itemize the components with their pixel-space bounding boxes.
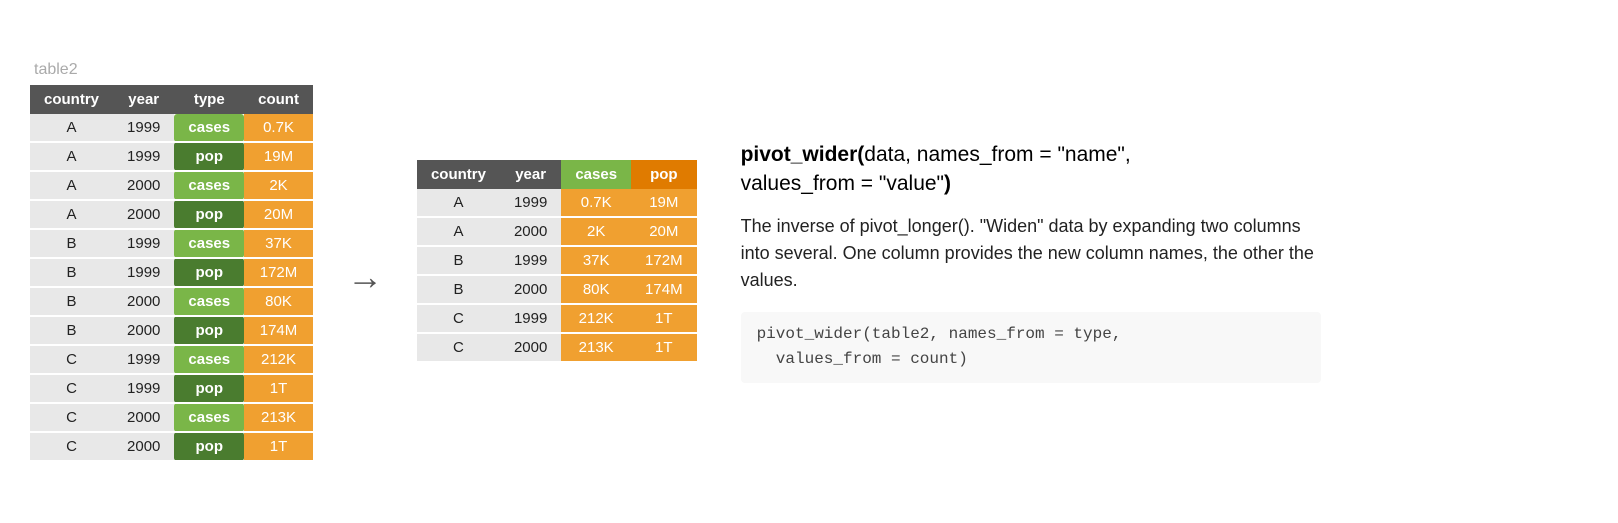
table-row: cases [174,171,244,200]
table-row: A [30,200,113,229]
table-row: 19M [244,142,313,171]
table-row: cases [174,345,244,374]
table-row: 1T [244,432,313,461]
table-row: 174M [244,316,313,345]
table-row: B [417,246,500,275]
table-row: 2000 [113,200,174,229]
table-row: 212K [244,345,313,374]
table-row: 1999 [113,345,174,374]
table-row: 172M [631,246,697,275]
table-row: 1999 [500,246,561,275]
description-section: pivot_wider(data, names_from = "name",va… [741,140,1321,383]
table-row: 2000 [500,275,561,304]
table-row: 20M [244,200,313,229]
table-row: B [30,258,113,287]
table-row: B [417,275,500,304]
main-container: table2 country year type count A 1999 ca… [30,61,1321,462]
table-row: A [417,189,500,217]
table-row: 212K [561,304,631,333]
table-row: cases [174,229,244,258]
function-signature: pivot_wider(data, names_from = "name",va… [741,140,1321,199]
left-table: country year type count A 1999 cases 0.7… [30,85,313,462]
table-row: 213K [561,333,631,362]
table-row: 2000 [113,171,174,200]
table-row: 2000 [113,432,174,461]
table-row: 0.7K [561,189,631,217]
right-table-section: country year cases pop A 1999 0.7K 19M A… [417,160,697,363]
table-row: 1999 [113,374,174,403]
table-row: pop [174,374,244,403]
table-row: 2000 [113,316,174,345]
table-row: C [30,403,113,432]
table-row: 1T [244,374,313,403]
table-row: A [417,217,500,246]
table-row: 1999 [500,189,561,217]
table-row: pop [174,200,244,229]
table-row: 1T [631,304,697,333]
col-header-type: type [174,85,244,114]
right-table: country year cases pop A 1999 0.7K 19M A… [417,160,697,363]
table-row: C [30,432,113,461]
table-label: table2 [30,61,78,79]
table-row: B [30,316,113,345]
table-row: 174M [631,275,697,304]
table-row: 20M [631,217,697,246]
col-header-count: count [244,85,313,114]
table-row: cases [174,403,244,432]
col-header-pop: pop [631,160,697,189]
transform-arrow: → [347,256,383,298]
table-row: 80K [561,275,631,304]
table-row: 0.7K [244,114,313,142]
description-body: The inverse of pivot_longer(). "Widen" d… [741,213,1321,294]
table-row: 2000 [500,333,561,362]
func-name: pivot_wider( [741,143,865,166]
table-row: 213K [244,403,313,432]
table-row: pop [174,258,244,287]
table-row: 1999 [113,229,174,258]
table-row: 1999 [113,258,174,287]
table-row: C [417,333,500,362]
table-row: C [30,374,113,403]
table-row: cases [174,114,244,142]
col-header-cases: cases [561,160,631,189]
table-row: A [30,171,113,200]
col-header-country2: country [417,160,500,189]
table-row: 2K [244,171,313,200]
table-row: pop [174,316,244,345]
table-row: pop [174,432,244,461]
table-row: C [30,345,113,374]
table-row: C [417,304,500,333]
col-header-year2: year [500,160,561,189]
table-row: 172M [244,258,313,287]
col-header-year: year [113,85,174,114]
table-row: 80K [244,287,313,316]
table-row: cases [174,287,244,316]
table-row: 19M [631,189,697,217]
table-row: A [30,114,113,142]
table-row: 1999 [113,142,174,171]
table-row: A [30,142,113,171]
table-row: 2000 [113,403,174,432]
table-row: 1999 [113,114,174,142]
table-row: 37K [244,229,313,258]
table-row: B [30,287,113,316]
table-row: 1999 [500,304,561,333]
code-example: pivot_wider(table2, names_from = type, v… [741,312,1321,383]
table-row: 2000 [500,217,561,246]
table-row: 2000 [113,287,174,316]
col-header-country: country [30,85,113,114]
table-row: 2K [561,217,631,246]
table-row: B [30,229,113,258]
left-table-section: table2 country year type count A 1999 ca… [30,61,313,462]
table-row: 37K [561,246,631,275]
table-row: pop [174,142,244,171]
func-close: ) [944,172,951,195]
table-row: 1T [631,333,697,362]
